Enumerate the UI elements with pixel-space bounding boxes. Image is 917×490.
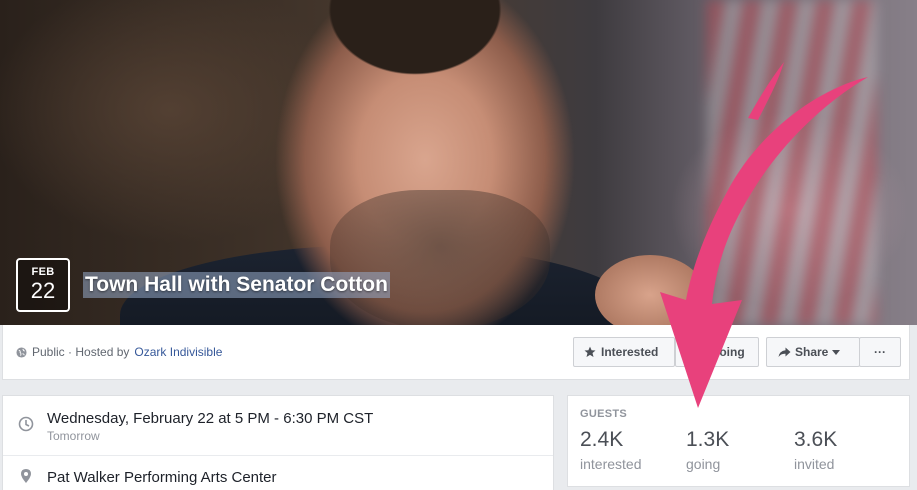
guest-stat-value: 3.6K: [794, 428, 838, 451]
event-details-card: Wednesday, February 22 at 5 PM - 6:30 PM…: [2, 395, 554, 490]
event-time-row[interactable]: Wednesday, February 22 at 5 PM - 6:30 PM…: [3, 396, 553, 456]
host-link[interactable]: Ozark Indivisible: [134, 345, 222, 359]
event-location-row[interactable]: Pat Walker Performing Arts Center: [3, 456, 553, 490]
caret-down-icon: [832, 349, 841, 355]
privacy-text: Public · Hosted by: [32, 345, 130, 359]
guest-stat-value: 1.3K: [686, 428, 730, 451]
event-date-badge: FEB 22: [16, 258, 70, 312]
event-time: Wednesday, February 22 at 5 PM - 6:30 PM…: [47, 410, 374, 427]
guests-heading: GUESTS: [580, 408, 628, 420]
guest-stat-value: 2.4K: [580, 428, 624, 451]
going-label: Going: [710, 345, 745, 359]
share-button[interactable]: Share: [766, 337, 860, 367]
flag-background: [707, 0, 877, 325]
interested-button[interactable]: Interested: [573, 337, 675, 367]
share-arrow-icon: [778, 347, 791, 357]
going-button[interactable]: Going: [675, 337, 759, 367]
more-label: ···: [874, 345, 886, 359]
share-label: Share: [795, 345, 829, 359]
event-privacy-host: Public · Hosted by Ozark Indivisible: [16, 345, 222, 359]
more-options-button[interactable]: ···: [859, 337, 901, 367]
event-location: Pat Walker Performing Arts Center: [47, 469, 277, 486]
guest-stat-interested[interactable]: 2.4K interested: [580, 427, 641, 472]
cover-photo-hand: [595, 255, 705, 325]
clock-icon: [18, 416, 34, 432]
event-action-bar: Public · Hosted by Ozark Indivisible Int…: [2, 325, 910, 380]
event-time-relative: Tomorrow: [47, 429, 100, 443]
cover-photo-beard-shadow: [330, 190, 550, 325]
guest-stat-invited[interactable]: 3.6K invited: [794, 427, 837, 472]
guest-stat-label: interested: [580, 456, 642, 472]
event-cover-photo[interactable]: FEB 22 Town Hall with Senator Cotton: [0, 0, 917, 325]
interested-label: Interested: [601, 345, 659, 359]
event-title: Town Hall with Senator Cotton: [83, 272, 390, 298]
location-pin-icon: [21, 469, 31, 483]
date-badge-day: 22: [30, 278, 56, 303]
guests-card: GUESTS 2.4K interested 1.3K going 3.6K i…: [567, 395, 910, 487]
date-badge-month: FEB: [31, 266, 55, 278]
guest-stat-label: going: [686, 456, 721, 472]
guest-stat-label: invited: [794, 456, 835, 472]
guest-stat-going[interactable]: 1.3K going: [686, 427, 729, 472]
star-icon: [584, 346, 596, 357]
globe-icon: [16, 346, 27, 358]
